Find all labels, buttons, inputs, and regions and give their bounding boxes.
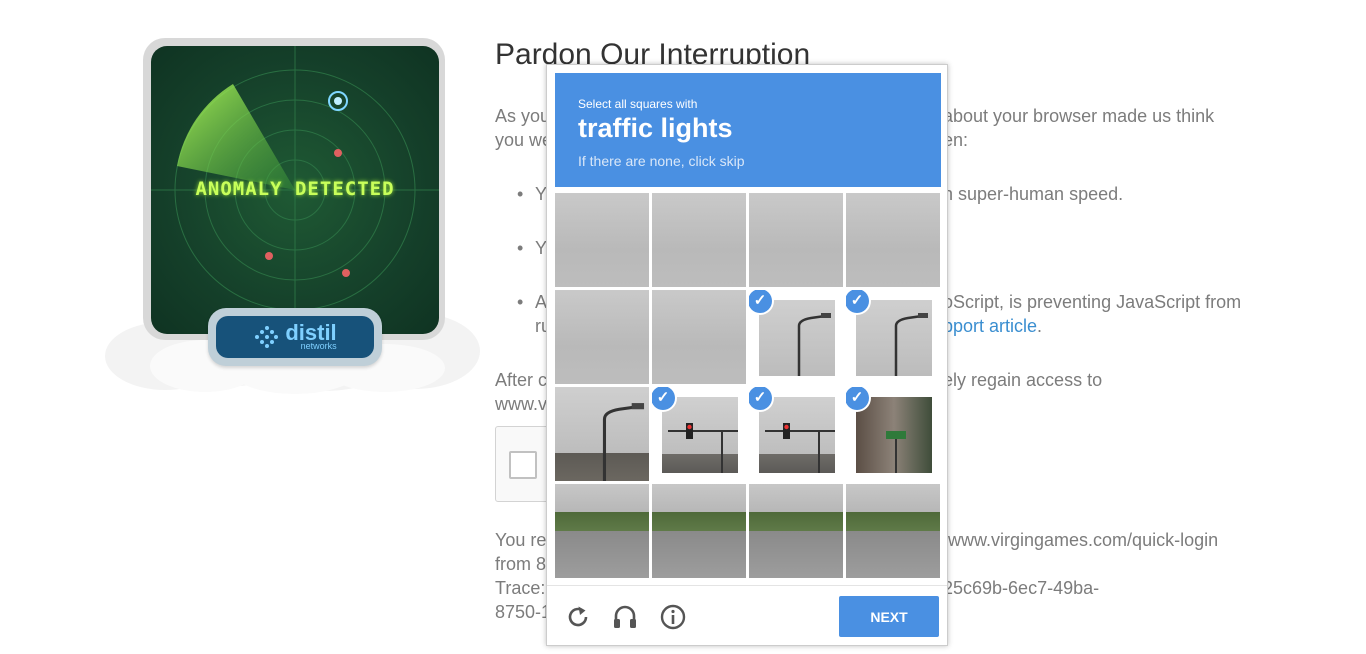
after-paragraph-line1-right: ely regain access to <box>943 370 1103 390</box>
captcha-tile[interactable]: ✓ <box>749 387 843 481</box>
reason-bullet-1-right: h super-human speed. <box>943 184 1124 204</box>
captcha-tile-image <box>555 290 649 384</box>
trace-id-line2: 8750-1 <box>495 602 552 622</box>
captcha-checkbox[interactable] <box>509 451 537 479</box>
intro-paragraph-line1-right: about your browser made us think <box>943 106 1215 126</box>
captcha-tile[interactable]: ✓ <box>652 387 746 481</box>
captcha-tile[interactable] <box>846 484 940 578</box>
captcha-tile[interactable] <box>555 484 649 578</box>
captcha-tile[interactable]: ✓ <box>846 290 940 384</box>
after-paragraph-line1-left: After c <box>495 370 548 390</box>
captcha-hint: If there are none, click skip <box>578 153 745 169</box>
captcha-tile-image <box>749 193 843 287</box>
radar-screen: ANOMALY DETECTED <box>151 46 439 334</box>
info-line2-left: from 8 <box>495 554 547 574</box>
captcha-tile-image <box>652 484 746 578</box>
captcha-tile-image <box>555 387 649 481</box>
captcha-tile[interactable]: ✓ <box>846 387 940 481</box>
distil-logo-badge: distil networks <box>208 308 382 366</box>
captcha-tile-image <box>555 193 649 287</box>
captcha-tile[interactable] <box>846 193 940 287</box>
info-line1-right: /www.virgingames.com/quick-login <box>943 530 1219 550</box>
info-line1-left: You re <box>495 530 547 550</box>
captcha-footer-divider <box>547 585 947 586</box>
support-article-link[interactable]: pport article <box>943 316 1037 336</box>
captcha-tile-image <box>662 397 738 473</box>
captcha-header: Select all squares with traffic lights I… <box>555 73 941 187</box>
next-button[interactable]: NEXT <box>839 596 939 637</box>
captcha-tile-image <box>652 290 746 384</box>
captcha-tile[interactable] <box>749 193 843 287</box>
captcha-challenge-popup: Select all squares with traffic lights I… <box>546 64 948 646</box>
captcha-tile[interactable] <box>652 484 746 578</box>
after-paragraph-line2-left: www.v <box>495 394 548 414</box>
captcha-tile[interactable] <box>555 290 649 384</box>
captcha-tile-image <box>759 397 835 473</box>
captcha-target: traffic lights <box>578 113 733 143</box>
audio-icon[interactable] <box>611 603 639 631</box>
support-article-row: pport article. <box>943 316 1043 336</box>
captcha-tile-image <box>856 300 932 376</box>
captcha-image-grid: ✓ ✓ ✓ ✓ ✓ <box>555 193 941 579</box>
captcha-tile[interactable] <box>555 193 649 287</box>
info-icon[interactable] <box>659 603 687 631</box>
trace-id-right: 25c69b-6ec7-49ba- <box>943 578 1100 598</box>
captcha-tile-image <box>846 193 940 287</box>
intro-paragraph-line1-left: As you <box>495 106 551 126</box>
distil-illustration: ANOMALY DETECTED distil networks <box>95 36 485 396</box>
anomaly-detected-text: ANOMALY DETECTED <box>195 178 395 200</box>
trace-label: Trace: <box>495 578 546 598</box>
captcha-tile-image <box>749 484 843 578</box>
distil-logo-icon <box>255 326 279 348</box>
captcha-tile[interactable] <box>652 193 746 287</box>
captcha-tile-image <box>846 484 940 578</box>
captcha-instruction: Select all squares with <box>578 97 698 111</box>
captcha-tile-image <box>856 397 932 473</box>
captcha-tile-image <box>652 193 746 287</box>
reason-bullet-3-right: oScript, is preventing JavaScript from <box>943 292 1242 312</box>
intro-paragraph-line2-left: you we <box>495 130 553 150</box>
captcha-tile-image <box>759 300 835 376</box>
captcha-tile[interactable] <box>652 290 746 384</box>
captcha-tile[interactable]: ✓ <box>749 290 843 384</box>
captcha-tile[interactable] <box>749 484 843 578</box>
reload-icon[interactable] <box>564 603 592 631</box>
captcha-tile[interactable] <box>555 387 649 481</box>
captcha-tile-image <box>555 484 649 578</box>
